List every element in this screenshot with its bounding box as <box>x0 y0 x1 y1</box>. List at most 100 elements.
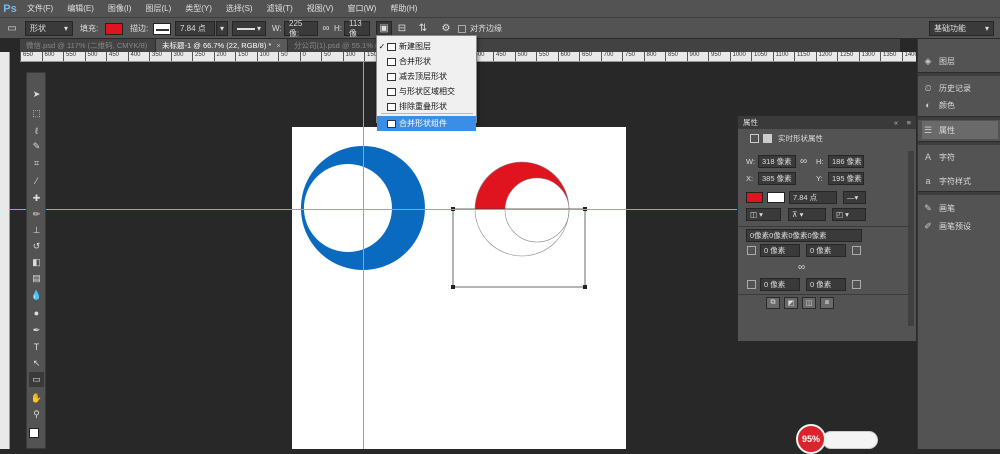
crop-tool-icon[interactable]: ⌗ <box>29 156 44 171</box>
rectangle-tool-icon[interactable]: ▭ <box>29 372 44 387</box>
menu-item[interactable]: 窗口(W) <box>340 0 383 17</box>
tab-weixin[interactable]: 微信.psd @ 117% (二维码, CMYK/8) *× <box>20 39 156 63</box>
zoom-badge[interactable]: 95% <box>796 424 826 454</box>
close-icon[interactable]: × <box>276 41 280 50</box>
prop-corner-all-field[interactable]: 0像素0像素0像素0像素 <box>746 229 862 242</box>
path-operation-menu-item[interactable]: 排除重叠形状 <box>377 99 476 114</box>
prop-y-field[interactable]: 195 像素 <box>828 172 864 185</box>
healing-tool-icon[interactable]: ✚ <box>29 191 44 206</box>
combine-shapes-icon[interactable]: ⧉ <box>766 297 780 309</box>
document-canvas[interactable] <box>292 127 626 449</box>
path-operation-menu-item[interactable]: ✓ 新建图层 <box>377 39 476 54</box>
menu-item[interactable]: 选择(S) <box>219 0 260 17</box>
path-operation-menu-item[interactable]: 减去顶层形状 <box>377 69 476 84</box>
stroke-swatch[interactable] <box>153 22 171 35</box>
menu-item[interactable]: 滤镜(T) <box>260 0 300 17</box>
fill-swatch[interactable] <box>105 22 123 35</box>
prop-stroke-type-select[interactable]: —▾ <box>843 191 866 204</box>
zoom-widget-pill[interactable] <box>822 431 878 449</box>
corner-tr-field[interactable]: 0 像素 <box>806 244 846 257</box>
history-brush-tool-icon[interactable]: ↺ <box>29 239 44 254</box>
stroke-width-dropdown[interactable]: ▾ <box>216 21 228 36</box>
corner-br-field[interactable]: 0 像素 <box>806 278 846 291</box>
menu-item-label: 与形状区域相交 <box>399 87 455 96</box>
stroke-type-select[interactable]: ▾ <box>232 21 266 36</box>
menu-item[interactable]: 文件(F) <box>20 0 60 17</box>
link-corners-icon[interactable]: ∞ <box>798 261 805 274</box>
dock-item[interactable]: A 字符 <box>922 148 998 166</box>
align-edges-checkbox[interactable] <box>458 24 466 33</box>
corner-bl-field[interactable]: 0 像素 <box>760 278 800 291</box>
subtract-shape-icon[interactable]: ◩ <box>784 297 798 309</box>
path-select-tool-icon[interactable]: ↖ <box>29 356 44 371</box>
dodge-tool-icon[interactable]: ● <box>29 305 44 320</box>
menu-item[interactable]: 类型(Y) <box>178 0 219 17</box>
link-icon[interactable]: ∞ <box>800 155 807 168</box>
type-tool-icon[interactable]: T <box>29 339 44 354</box>
height-field[interactable]: 113 像 <box>344 19 370 38</box>
prop-corner-select[interactable]: ◰ ▾ <box>832 208 866 221</box>
ruler-label: 1000 <box>729 52 746 61</box>
corner-bl-checkbox[interactable] <box>747 280 756 289</box>
prop-fill-swatch[interactable] <box>746 192 763 203</box>
shape-mode-select[interactable]: 形状 ▾ <box>25 21 73 36</box>
properties-scrollbar[interactable] <box>908 151 914 326</box>
prop-x-field[interactable]: 385 像素 <box>758 172 796 185</box>
menu-item[interactable]: 编辑(E) <box>60 0 101 17</box>
eraser-tool-icon[interactable]: ◧ <box>29 255 44 270</box>
exclude-shape-icon[interactable]: ⧈ <box>820 297 834 309</box>
move-tool-icon[interactable]: ➤ <box>29 87 44 102</box>
dock-item[interactable]: ⏲ 历史记录 <box>922 79 998 97</box>
prop-stroke-swatch[interactable] <box>767 192 785 203</box>
prop-width-field[interactable]: 318 像素 <box>758 155 796 168</box>
prop-align-select[interactable]: ◫ ▾ <box>746 208 781 221</box>
stroke-width-field[interactable]: 7.84 点 <box>175 21 215 36</box>
prop-stroke-width-field[interactable]: 7.84 点 <box>789 191 837 204</box>
prop-cap-select[interactable]: ⊼ ▾ <box>788 208 826 221</box>
path-operation-menu-item[interactable]: 与形状区域相交 <box>377 84 476 99</box>
intersect-shape-icon[interactable]: ◫ <box>802 297 816 309</box>
prop-height-field[interactable]: 186 像素 <box>828 155 864 168</box>
brush-tool-icon[interactable]: ✏ <box>29 207 44 222</box>
menu-item[interactable]: 图像(I) <box>101 0 139 17</box>
menu-item[interactable]: 图层(L) <box>138 0 178 17</box>
path-operation-menu-item[interactable]: 合并形状 <box>377 54 476 69</box>
dock-item[interactable]: ✎ 画笔 <box>922 199 998 217</box>
zoom-value: 95% <box>801 434 820 444</box>
foreground-color-swatch[interactable] <box>29 428 39 438</box>
workspace-select[interactable]: 基础功能 ▾ <box>929 21 994 36</box>
gear-icon[interactable]: ⚙ <box>438 21 454 36</box>
menu-item[interactable]: 视图(V) <box>300 0 341 17</box>
dock-item[interactable]: ☰ 属性 <box>922 121 998 139</box>
marquee-tool-icon[interactable]: ⬚ <box>29 106 44 121</box>
corner-br-checkbox[interactable] <box>852 280 861 289</box>
path-alignment-icon[interactable]: ⊟ <box>394 21 410 36</box>
width-field[interactable]: 225 像: <box>284 19 318 38</box>
gradient-tool-icon[interactable]: ▤ <box>29 271 44 286</box>
blur-tool-icon[interactable]: 💧 <box>29 288 44 303</box>
path-operations-icon[interactable]: ▣ <box>376 21 392 36</box>
quick-select-tool-icon[interactable]: ✎ <box>29 139 44 154</box>
menu-item[interactable]: 帮助(H) <box>383 0 424 17</box>
dock-item[interactable]: ◈ 图层 <box>922 52 998 70</box>
path-arrangement-icon[interactable]: ⇅ <box>415 21 431 36</box>
ruler-label: 500 <box>84 52 98 61</box>
tool-preset-icon[interactable]: ▭ <box>4 21 20 36</box>
link-icon[interactable]: ∞ <box>318 21 334 36</box>
dock-item[interactable]: ◐ 颜色 <box>922 96 998 114</box>
guide-vertical[interactable] <box>363 62 364 449</box>
pen-tool-icon[interactable]: ✒ <box>29 323 44 338</box>
hand-tool-icon[interactable]: ✋ <box>29 391 44 406</box>
dock-item-label: 字符 <box>939 152 955 162</box>
corner-tl-field[interactable]: 0 像素 <box>760 244 800 257</box>
path-operation-menu-item[interactable]: 合并形状组件 <box>377 116 476 131</box>
eyedropper-tool-icon[interactable]: ⁄ <box>29 173 44 188</box>
dock-item[interactable]: a 字符样式 <box>922 172 998 190</box>
dock-item[interactable]: ✐ 画笔预设 <box>922 217 998 235</box>
lasso-tool-icon[interactable]: ℓ <box>29 123 44 138</box>
tab-untitled[interactable]: 未标题-1 @ 66.7% (22, RGB/8) * × <box>156 39 288 52</box>
corner-tr-checkbox[interactable] <box>852 246 861 255</box>
stamp-tool-icon[interactable]: ⊥ <box>29 223 44 238</box>
corner-tl-checkbox[interactable] <box>747 246 756 255</box>
zoom-tool-icon[interactable]: ⚲ <box>29 407 44 422</box>
